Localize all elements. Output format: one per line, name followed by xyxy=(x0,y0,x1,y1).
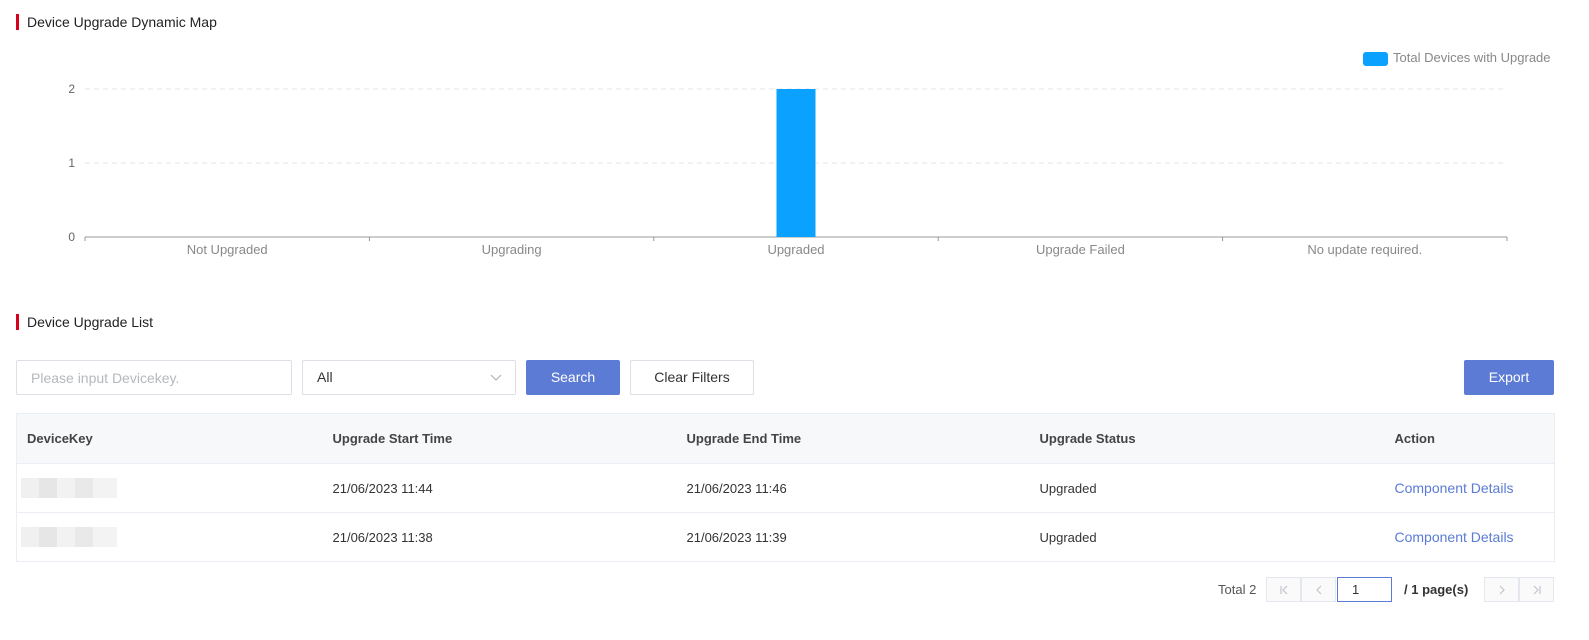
devicekey-search-input[interactable] xyxy=(16,360,292,395)
next-page-button[interactable] xyxy=(1484,577,1519,602)
chart-section-title: Device Upgrade Dynamic Map xyxy=(16,14,217,30)
search-button[interactable]: Search xyxy=(526,360,620,395)
list-section-title: Device Upgrade List xyxy=(16,314,153,330)
first-page-button[interactable] xyxy=(1266,577,1301,602)
redacted-devicekey xyxy=(21,478,117,498)
x-tick-label: No update required. xyxy=(1307,242,1422,257)
component-details-link[interactable]: Component Details xyxy=(1395,480,1514,496)
table-row: 21/06/2023 11:38 21/06/2023 11:39 Upgrad… xyxy=(16,512,1555,562)
status-select-value: All xyxy=(317,369,333,385)
bar xyxy=(776,89,816,237)
page-number-input[interactable] xyxy=(1337,577,1392,602)
prev-page-button[interactable] xyxy=(1301,577,1336,602)
start-time-cell: 21/06/2023 11:38 xyxy=(331,512,686,562)
status-select[interactable]: All xyxy=(302,360,516,395)
x-tick-label: Upgrading xyxy=(482,242,542,257)
legend-label: Total Devices with Upgrade xyxy=(1393,50,1551,65)
y-tick-label: 0 xyxy=(68,230,75,244)
table-header-row: DeviceKey Upgrade Start Time Upgrade End… xyxy=(16,413,1555,464)
end-time-cell: 21/06/2023 11:39 xyxy=(685,512,1039,562)
column-header-end-time: Upgrade End Time xyxy=(685,413,1039,464)
end-time-cell: 21/06/2023 11:46 xyxy=(685,463,1039,513)
upgrade-status-bar-chart: 0 1 2 Not Upgraded Upgrading Upgraded Upgrade … xyxy=(68,50,1551,257)
table-row: 21/06/2023 11:44 21/06/2023 11:46 Upgrad… xyxy=(16,463,1555,513)
redacted-devicekey xyxy=(21,527,117,547)
export-button[interactable]: Export xyxy=(1464,360,1554,395)
next-page-icon xyxy=(1499,585,1505,595)
x-tick-label: Not Upgraded xyxy=(187,242,268,257)
device-upgrade-table: DeviceKey Upgrade Start Time Upgrade End… xyxy=(16,413,1555,562)
last-page-icon xyxy=(1533,585,1541,595)
start-time-cell: 21/06/2023 11:44 xyxy=(331,463,686,513)
component-details-link[interactable]: Component Details xyxy=(1395,529,1514,545)
y-tick-label: 1 xyxy=(68,156,75,170)
column-header-devicekey: DeviceKey xyxy=(16,413,332,464)
legend-swatch xyxy=(1363,52,1388,66)
prev-page-icon xyxy=(1315,585,1321,595)
pagination-total: Total 2 xyxy=(1218,582,1257,597)
column-header-action: Action xyxy=(1393,413,1555,464)
x-tick-label: Upgrade Failed xyxy=(1036,242,1125,257)
first-page-icon xyxy=(1279,585,1287,595)
column-header-start-time: Upgrade Start Time xyxy=(331,413,686,464)
x-tick-label: Upgraded xyxy=(767,242,824,257)
column-header-status: Upgrade Status xyxy=(1038,413,1394,464)
status-cell: Upgraded xyxy=(1038,463,1394,513)
last-page-button[interactable] xyxy=(1519,577,1554,602)
status-cell: Upgraded xyxy=(1038,512,1394,562)
clear-filters-button[interactable]: Clear Filters xyxy=(630,360,754,395)
chevron-down-icon xyxy=(490,374,502,381)
y-tick-label: 2 xyxy=(68,82,75,96)
page-count-label: / 1 page(s) xyxy=(1404,582,1469,597)
